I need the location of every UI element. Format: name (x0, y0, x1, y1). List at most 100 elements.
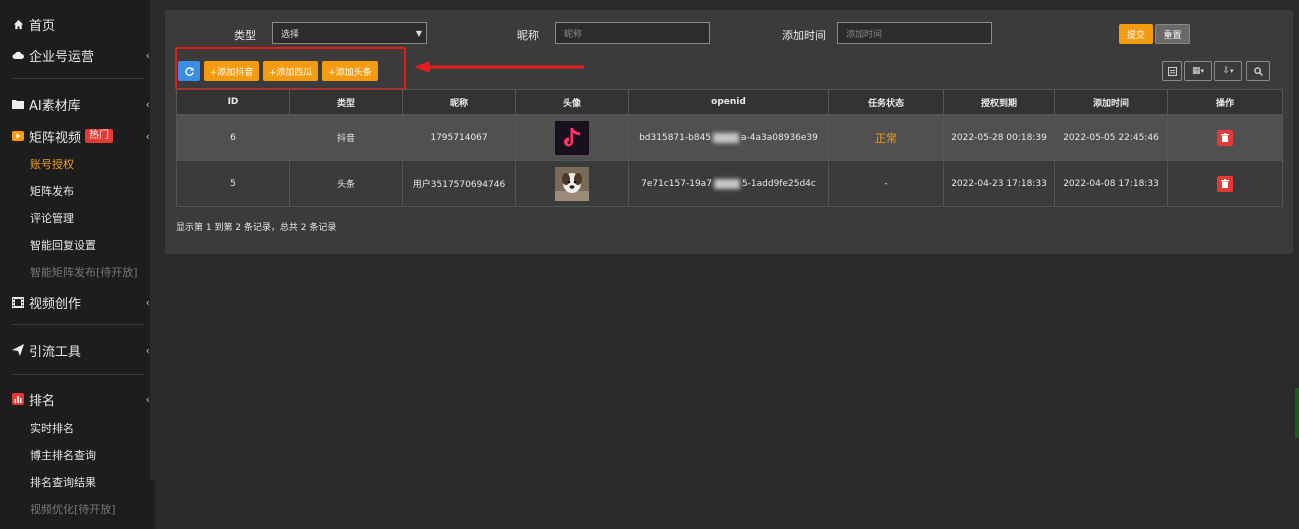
douyin-avatar (555, 120, 589, 155)
nav-home-label: 首页 (29, 18, 56, 34)
nav-home[interactable]: 首页 (12, 14, 150, 34)
cell-avatar (516, 115, 629, 160)
toggle-view-button[interactable] (1162, 61, 1182, 81)
caret-down-icon: ▼ (415, 29, 422, 38)
hot-badge: 热门 (85, 129, 114, 143)
divider (12, 324, 144, 325)
nav-video-creation-label: 视频创作 (29, 296, 82, 312)
header-type[interactable]: 类型 (290, 90, 403, 114)
export-button[interactable]: ⇩ ▾ (1214, 61, 1242, 81)
header-added-time[interactable]: 添加时间 (1055, 90, 1168, 114)
delete-button[interactable] (1217, 129, 1233, 146)
openid-start: bd315871-b845 (639, 132, 712, 143)
trash-icon (1221, 179, 1229, 188)
delete-button[interactable] (1217, 175, 1233, 192)
cell-status: - (829, 161, 944, 206)
type-select[interactable]: 选择 ▼ (272, 22, 427, 44)
sidebar-scrollbar[interactable] (150, 0, 155, 480)
add-douyin-button[interactable]: +添加抖音 (204, 61, 259, 81)
nav-traffic-tools-label: 引流工具 (29, 344, 82, 360)
caret-down-icon: ▾ (1200, 67, 1205, 75)
cell-nickname: 1795714067 (403, 115, 516, 160)
page-scrollbar[interactable] (1295, 388, 1299, 438)
paper-plane-icon (12, 344, 24, 356)
nickname-filter-label: 昵称 (517, 29, 539, 42)
redacted-blur (713, 178, 740, 189)
nav-traffic-tools[interactable]: 引流工具 ‹ (12, 340, 150, 360)
nav-ai-materials[interactable]: AI素材库 ‹ (12, 94, 150, 114)
redacted-blur (713, 132, 740, 143)
type-select-value: 选择 (281, 29, 300, 40)
nav-smart-matrix-publish: 智能矩阵发布[待开放] (30, 266, 138, 279)
cell-expire: 2022-04-23 17:18:33 (944, 161, 1055, 206)
dog-photo-avatar (555, 166, 589, 201)
time-input[interactable]: 添加时间 (837, 22, 992, 44)
table-row[interactable]: 6 抖音 1795714067 bd315871-b845 a-4a3a08936… (176, 115, 1283, 161)
header-task-status[interactable]: 任务状态 (829, 90, 944, 114)
refresh-icon (184, 66, 194, 76)
refresh-button[interactable] (178, 61, 200, 81)
nickname-input[interactable]: 昵称 (555, 22, 710, 44)
status-badge: 正常 (875, 131, 897, 145)
nav-matrix-publish[interactable]: 矩阵发布 (30, 183, 74, 199)
nav-ranking-results[interactable]: 排名查询结果 (30, 474, 96, 490)
cell-expire: 2022-05-28 00:18:39 (944, 115, 1055, 160)
list-icon (1167, 66, 1177, 76)
header-id[interactable]: ID (177, 90, 290, 114)
header-openid[interactable]: openid (629, 90, 829, 114)
film-icon (12, 296, 24, 308)
sidebar: 首页 企业号运营 ‹ AI素材库 ‹ 矩阵视频 热门 ‹ 账号授权 矩阵发布 评… (0, 0, 155, 529)
folder-icon (12, 98, 24, 110)
cell-id: 6 (177, 115, 290, 160)
grid-icon: ▦ (1191, 66, 1201, 76)
openid-end: 5-1add9fe25d4c (741, 178, 816, 189)
cell-openid: 7e71c157-19a7 5-1add9fe25d4c (629, 161, 829, 206)
table-tools: ▦ ▾ ⇩ ▾ (1162, 61, 1270, 81)
red-arrow-annotation (414, 61, 584, 73)
add-xigua-button[interactable]: +添加西瓜 (263, 61, 318, 81)
pagination-info: 显示第 1 到第 2 条记录，总共 2 条记录 (176, 223, 337, 233)
divider (12, 374, 144, 375)
nav-matrix-video[interactable]: 矩阵视频 热门 ‹ (12, 126, 150, 146)
header-auth-expire[interactable]: 授权到期 (944, 90, 1055, 114)
add-toutiao-button[interactable]: +添加头条 (322, 61, 378, 81)
nav-ai-materials-label: AI素材库 (29, 98, 81, 114)
nav-enterprise[interactable]: 企业号运营 ‹ (12, 45, 150, 65)
table-header: ID 类型 昵称 头像 openid 任务状态 授权到期 添加时间 操作 (176, 89, 1283, 115)
nav-matrix-video-label: 矩阵视频 (29, 130, 82, 146)
nav-realtime-ranking[interactable]: 实时排名 (30, 420, 74, 436)
nav-ranking[interactable]: 排名 ‹ (12, 389, 150, 409)
cell-avatar (516, 161, 629, 206)
columns-button[interactable]: ▦ ▾ (1184, 61, 1212, 81)
nav-account-auth[interactable]: 账号授权 (30, 156, 74, 172)
cell-status: 正常 (829, 115, 944, 160)
home-icon (12, 18, 24, 30)
cell-id: 5 (177, 161, 290, 206)
nav-comment-manage[interactable]: 评论管理 (30, 210, 74, 226)
cell-added: 2022-04-08 17:18:33 (1055, 161, 1168, 206)
cell-actions (1168, 161, 1282, 206)
time-filter-label: 添加时间 (782, 29, 826, 42)
nav-ranking-label: 排名 (29, 393, 56, 409)
table-row[interactable]: 5 头条 用户3517570694746 7e71c157-19a7 5-1add… (176, 161, 1283, 207)
nav-blogger-ranking[interactable]: 博主排名查询 (30, 447, 96, 463)
nav-smart-reply[interactable]: 智能回复设置 (30, 237, 96, 253)
nav-video-creation[interactable]: 视频创作 ‹ (12, 292, 150, 312)
openid-start: 7e71c157-19a7 (641, 178, 712, 189)
cell-added: 2022-05-05 22:45:46 (1055, 115, 1168, 160)
type-filter-label: 类型 (234, 29, 256, 42)
search-button[interactable] (1246, 61, 1270, 81)
submit-button[interactable]: 提交 (1119, 24, 1153, 44)
header-actions: 操作 (1215, 98, 1234, 109)
trash-icon (1221, 133, 1229, 142)
download-icon: ⇩ (1222, 66, 1231, 76)
cell-actions (1168, 115, 1282, 160)
divider (12, 78, 144, 79)
header-avatar[interactable]: 头像 (516, 90, 629, 114)
header-nickname[interactable]: 昵称 (403, 90, 516, 114)
nav-video-optimize: 视频优化[待开放] (30, 503, 116, 516)
search-icon (1253, 66, 1263, 76)
reset-button[interactable]: 重置 (1155, 24, 1190, 44)
video-play-icon (12, 130, 24, 142)
cell-openid: bd315871-b845 a-4a3a08936e39 (629, 115, 829, 160)
